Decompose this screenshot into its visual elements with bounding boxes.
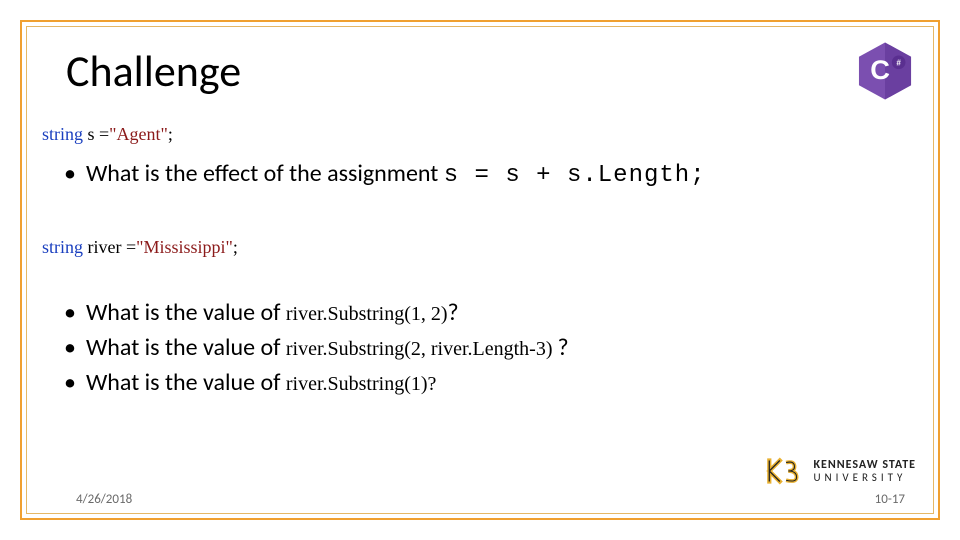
bullet-text: What is the effect of the assignment (86, 159, 444, 188)
keyword-string: string (42, 124, 83, 144)
bullet-dot: • (64, 368, 76, 397)
code-inline: s = s + s.Length; (444, 162, 706, 189)
bullet-4: • What is the value of river.Substring(1… (64, 368, 918, 397)
bullet-text: ? (448, 298, 459, 327)
bullet-text: What is the value of (86, 368, 286, 397)
bullet-1: • What is the effect of the assignment s… (64, 159, 918, 189)
bullet-text: What is the value of (86, 333, 286, 362)
code-text: river = (83, 237, 136, 257)
ksu-logo: KENNESAW STATE UNIVERSITY (763, 450, 916, 492)
code-line-2: string river ="Mississippi"; (42, 237, 918, 258)
code-text: ; (233, 237, 238, 257)
bullet-3: • What is the value of river.Substring(2… (64, 333, 918, 362)
content-area: string s ="Agent"; • What is the effect … (42, 118, 918, 403)
ksu-mark-icon (763, 450, 805, 492)
footer-date: 4/26/2018 (76, 492, 132, 507)
code-text: ; (168, 124, 173, 144)
code-text: s = (83, 124, 109, 144)
bullet-dot: • (64, 159, 76, 188)
bullet-text: What is the value of (86, 298, 286, 327)
svg-text:#: # (896, 58, 901, 67)
code-inline: river.Substring(1, 2) (286, 303, 448, 325)
slide: Challenge C # string s ="Agent"; • What … (0, 0, 960, 540)
code-inline: river.Substring(1)? (286, 373, 437, 395)
bullet-2: • What is the value of river.Substring(1… (64, 298, 918, 327)
ksu-name-line1: KENNESAW STATE (813, 459, 916, 472)
csharp-logo-icon: C # (854, 40, 916, 102)
bullet-dot: • (64, 298, 76, 327)
ksu-text: KENNESAW STATE UNIVERSITY (813, 459, 916, 483)
code-line-1: string s ="Agent"; (42, 124, 918, 145)
svg-text:C: C (870, 54, 890, 85)
slide-title: Challenge (66, 44, 241, 98)
bullet-text: ? (558, 333, 569, 362)
keyword-string: string (42, 237, 83, 257)
string-literal: "Agent" (109, 124, 168, 144)
ksu-name-line2: UNIVERSITY (813, 472, 916, 484)
string-literal: "Mississippi" (136, 237, 233, 257)
bullet-dot: • (64, 333, 76, 362)
code-inline: river.Substring(2, river.Length-3) (286, 338, 558, 360)
footer-page: 10-17 (875, 492, 905, 507)
